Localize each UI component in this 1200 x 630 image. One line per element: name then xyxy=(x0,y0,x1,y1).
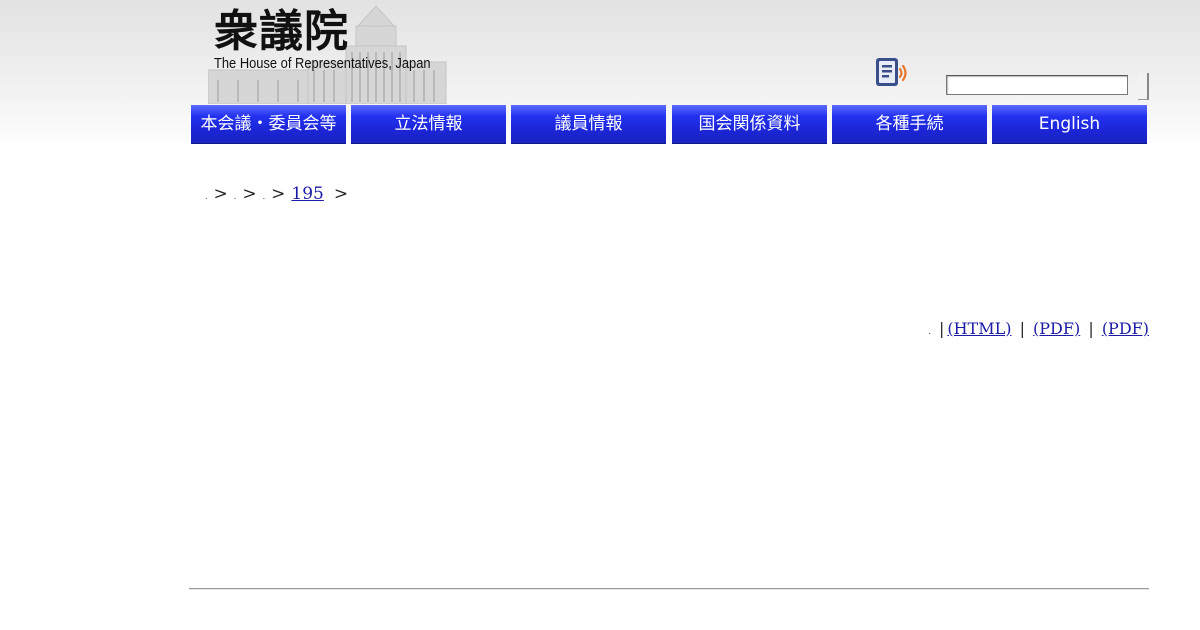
nav-procedures[interactable]: 各種手続 xyxy=(832,105,987,144)
pdf-link-1[interactable]: (PDF) xyxy=(1033,319,1080,338)
doc-link-separator: | xyxy=(938,319,945,338)
breadcrumb-item-1[interactable]: . xyxy=(205,192,208,201)
breadcrumb-separator: > xyxy=(213,184,228,204)
nav-english[interactable]: English xyxy=(992,105,1147,144)
footer-divider xyxy=(189,588,1149,590)
breadcrumb-item-3[interactable]: . xyxy=(263,192,266,201)
pdf-link-2[interactable]: (PDF) xyxy=(1102,319,1149,338)
doc-link-separator: | xyxy=(1019,319,1025,338)
breadcrumb: . >. >. >195 > xyxy=(205,184,354,204)
breadcrumb-session-link[interactable]: 195 xyxy=(291,184,323,204)
breadcrumb-item-2[interactable]: . xyxy=(234,192,237,201)
search-button[interactable] xyxy=(1138,73,1149,100)
breadcrumb-separator: > xyxy=(271,184,286,204)
search-input[interactable] xyxy=(946,75,1128,95)
logo-title-japanese: 衆議院 xyxy=(214,6,349,57)
breadcrumb-separator: > xyxy=(333,184,349,204)
speech-reader-icon[interactable] xyxy=(874,56,910,90)
logo-title-english: The House of Representatives, Japan xyxy=(214,55,431,72)
nav-legislation[interactable]: 立法情報 xyxy=(351,105,506,144)
site-logo[interactable]: 衆議院 The House of Representatives, Japan xyxy=(208,0,453,104)
html-link[interactable]: (HTML) xyxy=(947,319,1011,338)
doc-link-text[interactable]: . xyxy=(928,327,931,336)
nav-diet-materials[interactable]: 国会関係資料 xyxy=(672,105,827,144)
breadcrumb-separator: > xyxy=(242,184,257,204)
nav-members[interactable]: 議員情報 xyxy=(511,105,666,144)
doc-link-separator: | xyxy=(1088,319,1094,338)
nav-plenary-committees[interactable]: 本会議・委員会等 xyxy=(191,105,346,144)
document-links: . | (HTML) | (PDF) | (PDF) xyxy=(928,319,1149,338)
